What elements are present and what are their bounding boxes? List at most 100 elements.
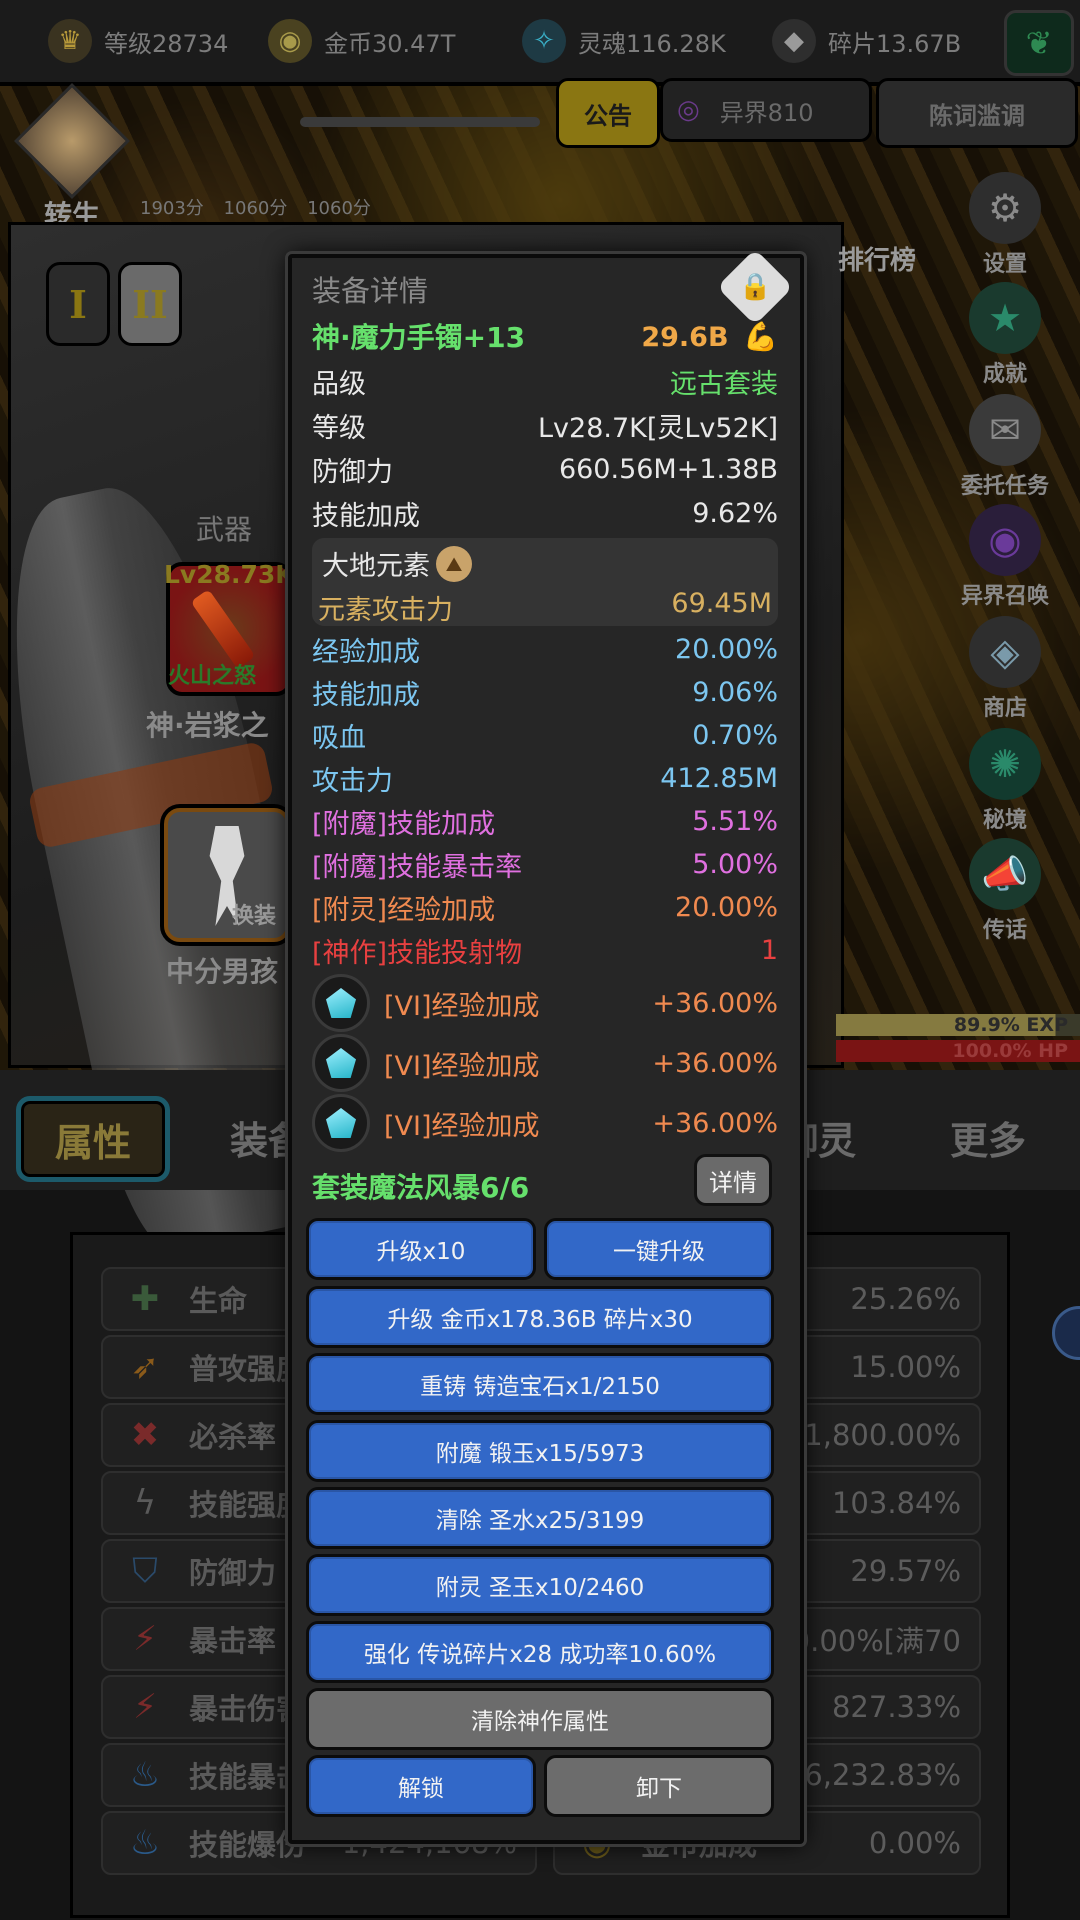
character-name: 中分男孩: [166, 955, 279, 988]
phrase-label: 陈词滥调: [929, 101, 1025, 130]
reforge-label: 重铸 铸造宝石x1/2150: [420, 1374, 660, 1400]
portal-icon: ◎: [677, 95, 700, 125]
clear-enchant-label: 清除 圣水x25/3199: [435, 1508, 645, 1534]
attr-value: 20.00%: [675, 892, 778, 923]
flexed-arm-icon: 💪: [743, 319, 778, 353]
attr-label: [附灵]经验加成: [312, 895, 496, 926]
leaf-icon[interactable]: ❦: [1004, 10, 1074, 76]
set-detail-button[interactable]: 详情: [694, 1154, 772, 1206]
coin-icon: ◉: [268, 19, 312, 63]
rebirth-icon: [14, 83, 130, 199]
settings-label: 设置: [982, 252, 1027, 277]
settings-button[interactable]: ⚙ 设置: [950, 172, 1060, 278]
crown-icon: ♛: [48, 19, 92, 63]
otherworld-label: 异界810: [719, 98, 814, 127]
enchant-label: 附魔 锻玉x15/5973: [435, 1441, 645, 1467]
resource-bar: ♛ 等级28734 ◉ 金币30.47T ✧ 灵魂116.28K ◆ 碎片13.…: [0, 0, 1080, 86]
star-icon: ★: [969, 282, 1041, 354]
rebirth-button[interactable]: 转生: [14, 83, 130, 232]
attr-row: 攻击力 412.85M: [312, 759, 778, 798]
blue-flame-icon: ♨: [129, 1755, 161, 1795]
leaderboard-label[interactable]: 排行榜: [838, 240, 916, 277]
shard-resource: ◆ 碎片13.67B: [772, 10, 961, 72]
status-bars: 89.9% EXP 100.0% HP: [836, 1014, 1080, 1066]
stat-value: 827.33%: [831, 1690, 961, 1724]
level-text: 等级28734: [104, 29, 229, 58]
attr-value: 412.85M: [660, 763, 778, 794]
stat-value: 29.57%: [850, 1554, 961, 1588]
tab-attributes[interactable]: 属性: [16, 1096, 170, 1182]
gem-label: [VI]经验加成: [384, 990, 540, 1022]
spirit-attach-button[interactable]: 附灵 圣玉x10/2460: [306, 1554, 774, 1616]
secret-realm-button[interactable]: ✺ 秘境: [950, 728, 1060, 834]
attr-row: 经验加成 20.00%: [312, 630, 778, 669]
upgrade-button[interactable]: 升级 金币x178.36B 碎片x30: [306, 1286, 774, 1348]
message-button[interactable]: 📣 传话: [950, 838, 1060, 944]
gem-icon: [312, 1094, 370, 1152]
soul-text: 灵魂116.28K: [578, 29, 726, 58]
gem-icon: [312, 1034, 370, 1092]
lock-icon[interactable]: 🔒: [716, 248, 794, 326]
spirit-attach-label: 附灵 圣玉x10/2460: [435, 1575, 645, 1601]
enchant-button[interactable]: 附魔 锻玉x15/5973: [306, 1420, 774, 1482]
upgrade-all-button[interactable]: 一键升级: [544, 1218, 774, 1280]
unequip-button[interactable]: 卸下: [544, 1755, 774, 1817]
attr-label: [附魔]技能加成: [312, 809, 496, 840]
otherworld-button[interactable]: ◎ 异界810: [660, 78, 872, 142]
weapon-name: 神·岩浆之: [146, 709, 269, 742]
stat-value: 25.26%: [850, 1282, 961, 1316]
commissions-button[interactable]: ✉ 委托任务: [950, 394, 1060, 500]
stat-value: 103.84%: [831, 1486, 961, 1520]
achievements-button[interactable]: ★ 成就: [950, 282, 1060, 388]
shards-text: 碎片13.67B: [828, 29, 962, 58]
set-bonus-name: 套装魔法风暴6/6: [312, 1171, 530, 1204]
clear-enchant-button[interactable]: 清除 圣水x25/3199: [306, 1487, 774, 1549]
item-header: 神·魔力手镯+13 29.6B 💪: [312, 316, 778, 356]
detail-label: 品级: [312, 369, 366, 400]
level-resource: ♛ 等级28734: [48, 10, 228, 72]
element-attack-label: 元素攻击力: [318, 595, 453, 626]
shop-label: 商店: [982, 696, 1027, 721]
stat-value: 0.00%: [868, 1826, 961, 1860]
phrase-button[interactable]: 陈词滥调: [876, 78, 1078, 148]
tab-more[interactable]: 更多: [950, 1110, 1026, 1165]
attr-label: 技能加成: [312, 680, 420, 711]
attr-value: 5.00%: [692, 849, 778, 880]
clear-divine-label: 清除神作属性: [471, 1709, 609, 1735]
notice-button[interactable]: 公告: [556, 78, 660, 148]
stat-name: 生命: [189, 1284, 248, 1318]
score-2: 1060分: [223, 198, 288, 219]
gem-value: +36.00%: [652, 1047, 778, 1079]
character-slot[interactable]: 换装: [164, 808, 290, 942]
detail-row: 品级 远古套装: [312, 362, 778, 401]
crit-damage-icon: ⚡: [133, 1687, 157, 1727]
staff-decoration: [300, 102, 540, 142]
enhance-label: 强化 传说碎片x28 成功率10.60%: [363, 1642, 717, 1668]
shield-icon: ⛉: [132, 1551, 158, 1591]
attr-row: [附魔]技能加成 5.51%: [312, 802, 778, 841]
unlock-button[interactable]: 解锁: [306, 1755, 536, 1817]
element-title: 大地元素: [322, 551, 430, 582]
tier-1-label: I: [69, 281, 87, 327]
attr-value: 5.51%: [692, 806, 778, 837]
stat-name: 防御力: [189, 1556, 277, 1590]
reforge-button[interactable]: 重铸 铸造宝石x1/2150: [306, 1353, 774, 1415]
message-label: 传话: [982, 918, 1027, 943]
set-detail-label: 详情: [709, 1168, 757, 1197]
stat-value: 15.00%: [850, 1350, 961, 1384]
detail-label: 技能加成: [312, 501, 420, 532]
summon-button[interactable]: ◉ 异界召唤: [950, 504, 1060, 610]
gem-icon: [312, 974, 370, 1032]
gold-text: 金币30.47T: [324, 29, 456, 58]
chat-bubble-icon[interactable]: [1052, 1306, 1080, 1360]
commissions-label: 委托任务: [960, 474, 1049, 499]
enhance-button[interactable]: 强化 传说碎片x28 成功率10.60%: [306, 1621, 774, 1683]
shop-button[interactable]: ◈ 商店: [950, 616, 1060, 722]
attr-label: [神作]技能投射物: [312, 938, 523, 969]
tier-2-button[interactable]: II: [118, 262, 182, 346]
tier-1-button[interactable]: I: [46, 262, 110, 346]
clear-divine-button[interactable]: 清除神作属性: [306, 1688, 774, 1750]
upgrade-x10-button[interactable]: 升级x10: [306, 1218, 536, 1280]
detail-value: 660.56M+1.38B: [558, 454, 778, 485]
upgrade-x10-label: 升级x10: [376, 1239, 466, 1265]
